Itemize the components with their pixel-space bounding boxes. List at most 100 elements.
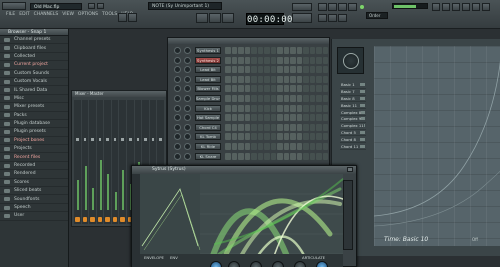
step-button[interactable]: [303, 143, 309, 150]
pan-knob[interactable]: [174, 95, 181, 102]
menu-channels[interactable]: CHANNELS: [34, 12, 59, 17]
channel-button[interactable]: Lead Bit: [195, 66, 221, 74]
step-button[interactable]: [283, 152, 289, 160]
fader-handle[interactable]: [106, 138, 109, 141]
step-button[interactable]: [290, 75, 296, 83]
channel-button[interactable]: Kick: [195, 104, 221, 112]
step-button[interactable]: [283, 104, 289, 112]
step-button[interactable]: [277, 133, 283, 141]
step-button[interactable]: [290, 66, 296, 74]
step-button[interactable]: [244, 47, 250, 54]
step-button[interactable]: [296, 133, 302, 141]
step-button[interactable]: [296, 104, 302, 112]
track-select-button[interactable]: [90, 217, 95, 222]
fader-handle[interactable]: [129, 138, 132, 141]
step-button[interactable]: [316, 95, 322, 102]
step-button[interactable]: [322, 123, 328, 131]
step-button[interactable]: [290, 47, 296, 54]
step-button[interactable]: [238, 123, 244, 131]
step-button[interactable]: [270, 95, 276, 102]
browser-item[interactable]: Rendered: [0, 170, 68, 179]
step-button[interactable]: [270, 66, 276, 74]
volume-knob[interactable]: [184, 66, 191, 74]
step-button[interactable]: [277, 85, 283, 93]
step-button[interactable]: [290, 133, 296, 141]
step-button[interactable]: [277, 143, 283, 150]
step-button[interactable]: [270, 143, 276, 150]
window-button-3[interactable]: [452, 3, 460, 11]
step-button[interactable]: [296, 47, 302, 54]
step-button[interactable]: [316, 143, 322, 150]
channel-button[interactable]: Hat Sample: [195, 114, 221, 122]
step-button[interactable]: [231, 123, 237, 131]
step-button[interactable]: [290, 95, 296, 102]
step-button[interactable]: [316, 152, 322, 160]
step-button[interactable]: [225, 56, 231, 64]
plugin-knob-3[interactable]: [250, 261, 262, 267]
step-button[interactable]: [309, 56, 315, 64]
pattern-jog[interactable]: [337, 47, 364, 74]
pattern-item[interactable]: Basic 8: [340, 96, 366, 103]
step-button[interactable]: [290, 85, 296, 93]
browser-item[interactable]: Plugin database: [0, 120, 68, 129]
step-button[interactable]: [231, 47, 237, 54]
browser-item[interactable]: IL Shared Data: [0, 86, 68, 95]
volume-knob[interactable]: [184, 85, 191, 93]
step-button[interactable]: [270, 47, 276, 54]
step-button[interactable]: [238, 114, 244, 122]
step-button[interactable]: [303, 95, 309, 102]
pattern-item[interactable]: Basic 7: [340, 89, 366, 96]
mixer-strip[interactable]: [81, 100, 89, 224]
browser-item[interactable]: Recorded: [0, 162, 68, 171]
step-button[interactable]: [244, 104, 250, 112]
step-button[interactable]: [283, 143, 289, 150]
mixer-strip[interactable]: [104, 100, 111, 224]
browser-item[interactable]: Misc: [0, 95, 68, 104]
step-button[interactable]: [309, 104, 315, 112]
play-button[interactable]: [196, 13, 208, 23]
step-button[interactable]: [264, 104, 270, 112]
step-button[interactable]: [244, 133, 250, 141]
step-button[interactable]: [257, 123, 263, 131]
step-button[interactable]: [296, 114, 302, 122]
step-button[interactable]: [309, 75, 315, 83]
pattern-item[interactable]: Complex 11: [340, 123, 366, 130]
step-button[interactable]: [225, 104, 231, 112]
step-button[interactable]: [225, 143, 231, 150]
tool-button-2[interactable]: [328, 3, 337, 11]
step-button[interactable]: [244, 85, 250, 93]
pan-knob[interactable]: [174, 104, 181, 112]
plugin-side-controls[interactable]: [343, 180, 353, 250]
step-button[interactable]: [231, 133, 237, 141]
mixer-strip[interactable]: [96, 100, 104, 224]
step-button[interactable]: [283, 133, 289, 141]
fader-handle[interactable]: [91, 138, 94, 141]
step-button[interactable]: [322, 85, 328, 93]
browser-item[interactable]: Custom Sounds: [0, 70, 68, 78]
step-button[interactable]: [316, 123, 322, 131]
step-button[interactable]: [244, 95, 250, 102]
step-button[interactable]: [270, 152, 276, 160]
pan-knob[interactable]: [174, 143, 181, 150]
step-button[interactable]: [231, 66, 237, 74]
plugin-knob-1[interactable]: [210, 261, 222, 267]
pan-knob[interactable]: [174, 56, 181, 64]
step-button[interactable]: [290, 152, 296, 160]
window-button-4[interactable]: [462, 3, 470, 11]
step-button[interactable]: [257, 85, 263, 93]
menu-edit[interactable]: EDIT: [19, 12, 29, 17]
step-button[interactable]: [225, 123, 231, 131]
step-button[interactable]: [303, 66, 309, 74]
volume-knob[interactable]: [184, 123, 191, 131]
step-button[interactable]: [264, 47, 270, 54]
song-selector[interactable]: NOTE (Sy Unimportant 1): [148, 2, 222, 10]
browser-item[interactable]: Clipboard files: [0, 44, 68, 53]
step-button[interactable]: [257, 47, 263, 54]
fader-handle[interactable]: [136, 138, 140, 141]
step-button[interactable]: [264, 114, 270, 122]
step-button[interactable]: [322, 152, 328, 160]
step-button[interactable]: [303, 104, 309, 112]
step-button[interactable]: [309, 66, 315, 74]
step-button[interactable]: [277, 56, 283, 64]
pattern-item[interactable]: Basic 1: [340, 82, 366, 89]
